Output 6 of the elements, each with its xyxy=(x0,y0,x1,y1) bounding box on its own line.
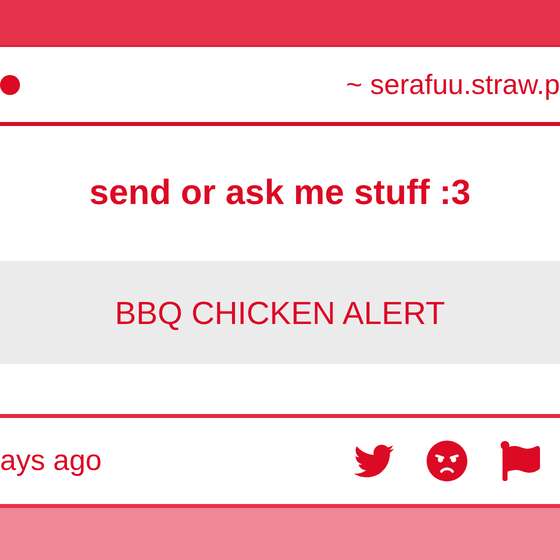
angry-face-icon[interactable] xyxy=(426,440,468,482)
timestamp: ays ago xyxy=(0,446,102,476)
site-url[interactable]: ~ serafuu.straw.p xyxy=(346,70,560,98)
flag-icon[interactable] xyxy=(500,441,540,481)
message-text: BBQ CHICKEN ALERT xyxy=(114,294,446,332)
question-title: send or ask me stuff :3 xyxy=(89,172,471,214)
